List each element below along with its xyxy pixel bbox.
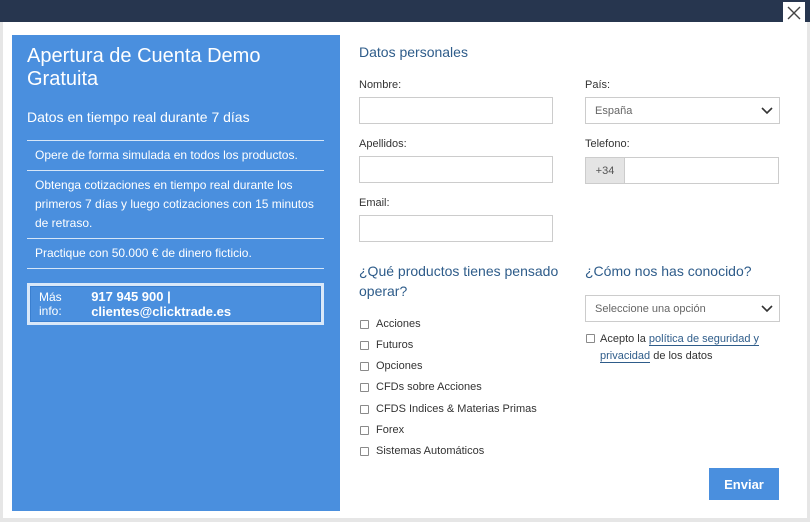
product-option-label: Forex [376, 424, 405, 436]
telefono-input[interactable] [624, 157, 779, 184]
email-label: Email: [359, 197, 390, 209]
product-option-cfds-acciones[interactable]: CFDs sobre Acciones [360, 381, 482, 393]
feature-item: Obtenga cotizaciones en tiempo real dura… [27, 171, 324, 239]
pais-label: País: [585, 79, 611, 91]
contact-info-details[interactable]: 917 945 900 | clientes@clicktrade.es [91, 289, 312, 319]
conocido-question: ¿Cómo nos has conocido? [585, 263, 752, 279]
checkbox[interactable] [360, 404, 369, 414]
product-option-futuros[interactable]: Futuros [360, 339, 413, 351]
section-title-personal: Datos personales [359, 44, 468, 60]
checkbox[interactable] [360, 361, 369, 371]
privacy-prefix: Acepto la [600, 333, 649, 345]
product-option-opciones[interactable]: Opciones [360, 360, 422, 372]
product-option-label: Futuros [376, 339, 414, 351]
nombre-label: Nombre: [359, 79, 402, 91]
feature-list: Opere de forma simulada en todos los pro… [27, 140, 324, 269]
chevron-down-icon [761, 304, 773, 312]
privacy-suffix: de los datos [650, 350, 713, 362]
product-option-label: Opciones [376, 360, 423, 372]
window-titlebar [0, 0, 810, 22]
conocido-select[interactable]: Seleccione una opción [585, 295, 780, 322]
privacy-consent: Acepto la política de seguridad y privac… [586, 331, 776, 365]
nombre-input[interactable] [359, 97, 553, 124]
product-option-label: CFDS Indices & Materias Primas [376, 403, 537, 415]
signup-modal: Apertura de Cuenta Demo Gratuita Datos e… [3, 2, 807, 518]
pais-selected-value: España [595, 104, 633, 117]
contact-info-label: Más info: [39, 290, 62, 318]
feature-item: Opere de forma simulada en todos los pro… [27, 140, 324, 171]
promo-panel: Apertura de Cuenta Demo Gratuita Datos e… [12, 35, 340, 511]
productos-question: ¿Qué productos tienes pensado operar? [359, 263, 559, 299]
product-option-label: Sistemas Automáticos [376, 445, 485, 457]
promo-title: Apertura de Cuenta Demo Gratuita [27, 45, 261, 90]
phone-prefix: +34 [585, 157, 625, 184]
product-option-cfds-indices[interactable]: CFDS Indices & Materias Primas [360, 403, 537, 415]
product-option-forex[interactable]: Forex [360, 424, 404, 436]
telefono-label: Telefono: [585, 138, 630, 150]
promo-subtitle: Datos en tiempo real durante 7 días [27, 109, 250, 125]
checkbox[interactable] [360, 382, 369, 392]
privacy-policy-link[interactable]: política de seguridad y [648, 333, 759, 346]
apellidos-input[interactable] [359, 156, 553, 183]
checkbox[interactable] [360, 446, 369, 456]
product-option-acciones[interactable]: Acciones [360, 318, 421, 330]
close-button[interactable] [783, 2, 805, 24]
email-input[interactable] [359, 215, 553, 242]
product-option-sistemas[interactable]: Sistemas Automáticos [360, 445, 484, 457]
pais-select[interactable]: España [585, 97, 780, 124]
checkbox[interactable] [360, 425, 369, 435]
checkbox[interactable] [360, 340, 369, 350]
conocido-placeholder: Seleccione una opción [595, 302, 706, 315]
close-icon [787, 6, 801, 20]
chevron-down-icon [761, 106, 773, 114]
privacy-checkbox[interactable] [586, 334, 595, 343]
privacy-policy-link-2[interactable]: privacidad [600, 350, 651, 363]
apellidos-label: Apellidos: [359, 138, 407, 150]
feature-item: Practique con 50.000 € de dinero fictici… [27, 239, 324, 269]
checkbox[interactable] [360, 319, 369, 329]
submit-button[interactable]: Enviar [709, 468, 779, 500]
product-option-label: CFDs sobre Acciones [376, 381, 482, 393]
contact-info-box: Más info: 917 945 900 | clientes@clicktr… [27, 283, 324, 325]
product-option-label: Acciones [376, 318, 421, 330]
